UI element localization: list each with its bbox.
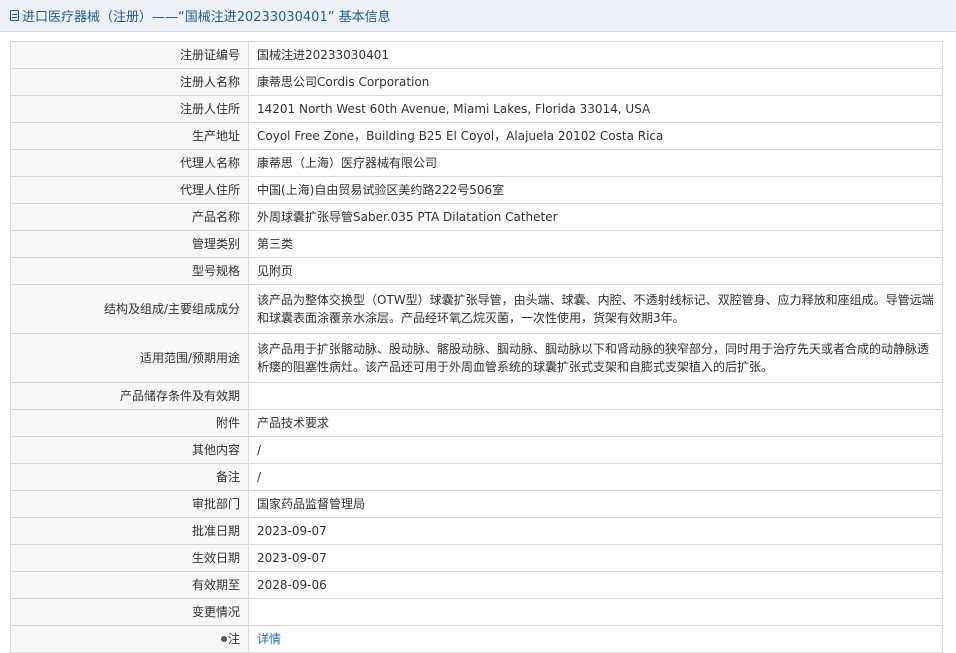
table-row: 其他内容 / [10,436,943,464]
row-label: 结构及组成/主要组成成分 [10,284,249,334]
document-icon [10,10,19,21]
info-table-container: 注册证编号 国械注进20233030401 注册人名称 康蒂思公司Cordis … [10,41,943,653]
row-value: 产品技术要求 [248,409,943,437]
row-value [248,382,943,410]
table-row: 生效日期 2023-09-07 [10,544,943,572]
table-row: 注册人名称 康蒂思公司Cordis Corporation [10,68,943,96]
row-label: 产品名称 [10,203,249,231]
row-label: 变更情况 [10,598,249,626]
row-value: 该产品用于扩张髂动脉、股动脉、髂股动脉、腘动脉、腘动脉以下和肾动脉的狭窄部分，同… [248,333,943,383]
row-label: 代理人住所 [10,176,249,204]
row-label: 管理类别 [10,230,249,258]
note-label-cell: 注 [10,625,249,653]
row-label: 有效期至 [10,571,249,599]
table-row: 结构及组成/主要组成成分 该产品为整体交换型（OTW型）球囊扩张导管，由头端、球… [10,284,943,334]
table-row: 生产地址 Coyol Free Zone，Building B25 El Coy… [10,122,943,150]
row-value: 康蒂思公司Cordis Corporation [248,68,943,96]
row-label: 注册人住所 [10,95,249,123]
row-value: 国械注进20233030401 [248,41,943,69]
row-value: 国家药品监督管理局 [248,490,943,518]
table-row: 变更情况 [10,598,943,626]
table-row: 代理人住所 中国(上海)自由贸易试验区美约路222号506室 [10,176,943,204]
table-row: 产品储存条件及有效期 [10,382,943,410]
page-title: 进口医疗器械（注册）——“国械注进20233030401” 基本信息 [22,10,391,25]
row-label: 型号规格 [10,257,249,285]
table-row: 管理类别 第三类 [10,230,943,258]
row-value: 康蒂思（上海）医疗器械有限公司 [248,149,943,177]
table-row: 注册证编号 国械注进20233030401 [10,41,943,69]
table-row: 代理人名称 康蒂思（上海）医疗器械有限公司 [10,149,943,177]
table-row: 适用范围/预期用途 该产品用于扩张髂动脉、股动脉、髂股动脉、腘动脉、腘动脉以下和… [10,333,943,383]
table-row: 有效期至 2028-09-06 [10,571,943,599]
row-value: 2028-09-06 [248,571,943,599]
row-label: 产品储存条件及有效期 [10,382,249,410]
table-row: 备注 / [10,463,943,491]
row-value: / [248,436,943,464]
row-value: 14201 North West 60th Avenue, Miami Lake… [248,95,943,123]
row-label: 批准日期 [10,517,249,545]
note-label: 注 [227,632,240,646]
table-row-note: 注 详情 [10,625,943,653]
details-link[interactable]: 详情 [257,632,281,646]
row-label: 审批部门 [10,490,249,518]
row-label: 注册证编号 [10,41,249,69]
note-value-cell: 详情 [248,625,943,653]
row-value: 见附页 [248,257,943,285]
row-value: 2023-09-07 [248,544,943,572]
bulb-icon [220,636,227,642]
table-row: 产品名称 外周球囊扩张导管Saber.035 PTA Dilatation Ca… [10,203,943,231]
table-row: 型号规格 见附页 [10,257,943,285]
row-label: 生产地址 [10,122,249,150]
row-value: 该产品为整体交换型（OTW型）球囊扩张导管，由头端、球囊、内腔、不透射线标记、双… [248,284,943,334]
row-value: / [248,463,943,491]
row-label: 附件 [10,409,249,437]
table-row: 注册人住所 14201 North West 60th Avenue, Miam… [10,95,943,123]
row-label: 适用范围/预期用途 [10,333,249,383]
table-row: 审批部门 国家药品监督管理局 [10,490,943,518]
row-value: 中国(上海)自由贸易试验区美约路222号506室 [248,176,943,204]
table-row: 附件 产品技术要求 [10,409,943,437]
row-label: 注册人名称 [10,68,249,96]
page-header: 进口医疗器械（注册）——“国械注进20233030401” 基本信息 [0,0,956,32]
row-label: 生效日期 [10,544,249,572]
row-value [248,598,943,626]
row-value: 外周球囊扩张导管Saber.035 PTA Dilatation Cathete… [248,203,943,231]
row-value: 2023-09-07 [248,517,943,545]
row-value: Coyol Free Zone，Building B25 El Coyol，Al… [248,122,943,150]
row-label: 备注 [10,463,249,491]
table-row: 批准日期 2023-09-07 [10,517,943,545]
info-table: 注册证编号 国械注进20233030401 注册人名称 康蒂思公司Cordis … [10,41,943,653]
row-value: 第三类 [248,230,943,258]
row-label: 代理人名称 [10,149,249,177]
row-label: 其他内容 [10,436,249,464]
